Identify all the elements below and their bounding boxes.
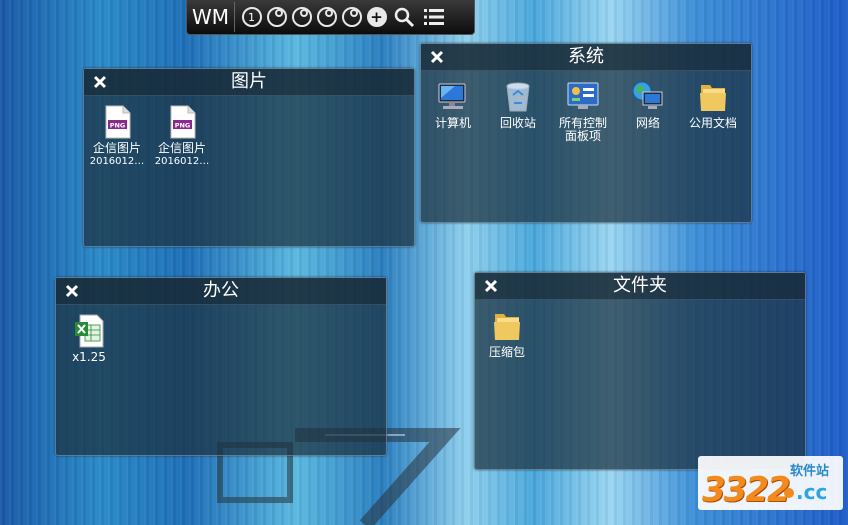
search-icon[interactable] [393, 6, 415, 28]
fence-header[interactable]: 办公 [56, 278, 386, 305]
item-label: 网络 [635, 117, 660, 130]
computer-icon [438, 83, 466, 109]
desktop-item-png-1[interactable]: PNG 企信图片 2016012… [86, 104, 148, 168]
brand-logo[interactable]: WM [190, 2, 236, 32]
item-label: 压缩包 [488, 346, 525, 359]
item-label: 回收站 [499, 117, 536, 130]
fence-pictures[interactable]: 图片 PNG 企信图片 2016012… PNG 企信图片 2016012… [83, 68, 415, 247]
desktop-item-computer[interactable]: 计算机 [422, 79, 484, 130]
page-4-button[interactable] [316, 7, 337, 27]
svg-text:PNG: PNG [175, 122, 191, 130]
fence-title: 图片 [231, 71, 267, 92]
desktop-item-network[interactable]: 网络 [617, 79, 679, 130]
desktop-item-public-documents[interactable]: 公用文档 [682, 79, 744, 130]
desktop-item-control-panel[interactable]: 所有控制 面板项 [552, 79, 614, 143]
item-label: 企信图片 [157, 142, 206, 155]
item-label-line2: 面板项 [564, 130, 601, 143]
control-panel-icon [567, 82, 599, 109]
page-2-button[interactable] [266, 7, 287, 27]
png-file-icon: PNG [170, 105, 196, 139]
fence-office[interactable]: 办公 x1.25 [55, 277, 387, 456]
fence-title: 办公 [203, 280, 239, 301]
page-number: 1 [248, 10, 256, 24]
item-sublabel: 2016012… [89, 156, 145, 167]
watermark-number: 3322 [702, 470, 791, 510]
item-label-line1: 所有控制 [558, 117, 607, 130]
watermark-top-text: 软件站 [790, 464, 830, 479]
folder-icon [700, 85, 726, 111]
svg-text:PNG: PNG [110, 122, 126, 130]
watermark-domain: .cc [796, 480, 828, 504]
desktop-item-excel[interactable]: x1.25 [58, 313, 120, 364]
site-watermark-logo: 3322 软件站 .cc [698, 456, 843, 510]
fence-title: 系统 [568, 46, 604, 67]
item-label: 公用文档 [688, 117, 737, 130]
network-icon [632, 81, 663, 109]
fence-header[interactable]: 文件夹 [475, 273, 805, 300]
page-3-button[interactable] [291, 7, 312, 27]
add-page-button[interactable]: + [366, 7, 387, 27]
excel-file-icon [75, 314, 104, 348]
watermark-dot [784, 488, 794, 498]
item-sublabel: 2016012… [154, 156, 210, 167]
item-label: 企信图片 [92, 142, 141, 155]
desktop-item-archive-folder[interactable]: 压缩包 [476, 308, 538, 359]
fence-header[interactable]: 系统 [421, 44, 751, 71]
fence-title: 文件夹 [613, 275, 667, 296]
fence-folders[interactable]: 文件夹 压缩包 [474, 272, 806, 470]
desktop-item-recycle-bin[interactable]: 回收站 [487, 79, 549, 130]
item-label: 计算机 [434, 117, 471, 130]
item-label: x1.25 [72, 351, 106, 364]
fence-system[interactable]: 系统 计算机 回收站 所有控制 面板项 网络 公用文档 [420, 43, 752, 223]
folder-icon [494, 314, 520, 340]
page-1-button[interactable]: 1 [241, 7, 262, 27]
desktop-item-png-2[interactable]: PNG 企信图片 2016012… [151, 104, 213, 168]
page-5-button[interactable] [341, 7, 362, 27]
fence-header[interactable]: 图片 [84, 69, 414, 96]
recycle-bin-icon [506, 82, 530, 112]
png-file-icon: PNG [105, 105, 131, 139]
menu-icon[interactable] [423, 6, 445, 28]
top-toolbar: WM 1 + [186, 0, 475, 35]
